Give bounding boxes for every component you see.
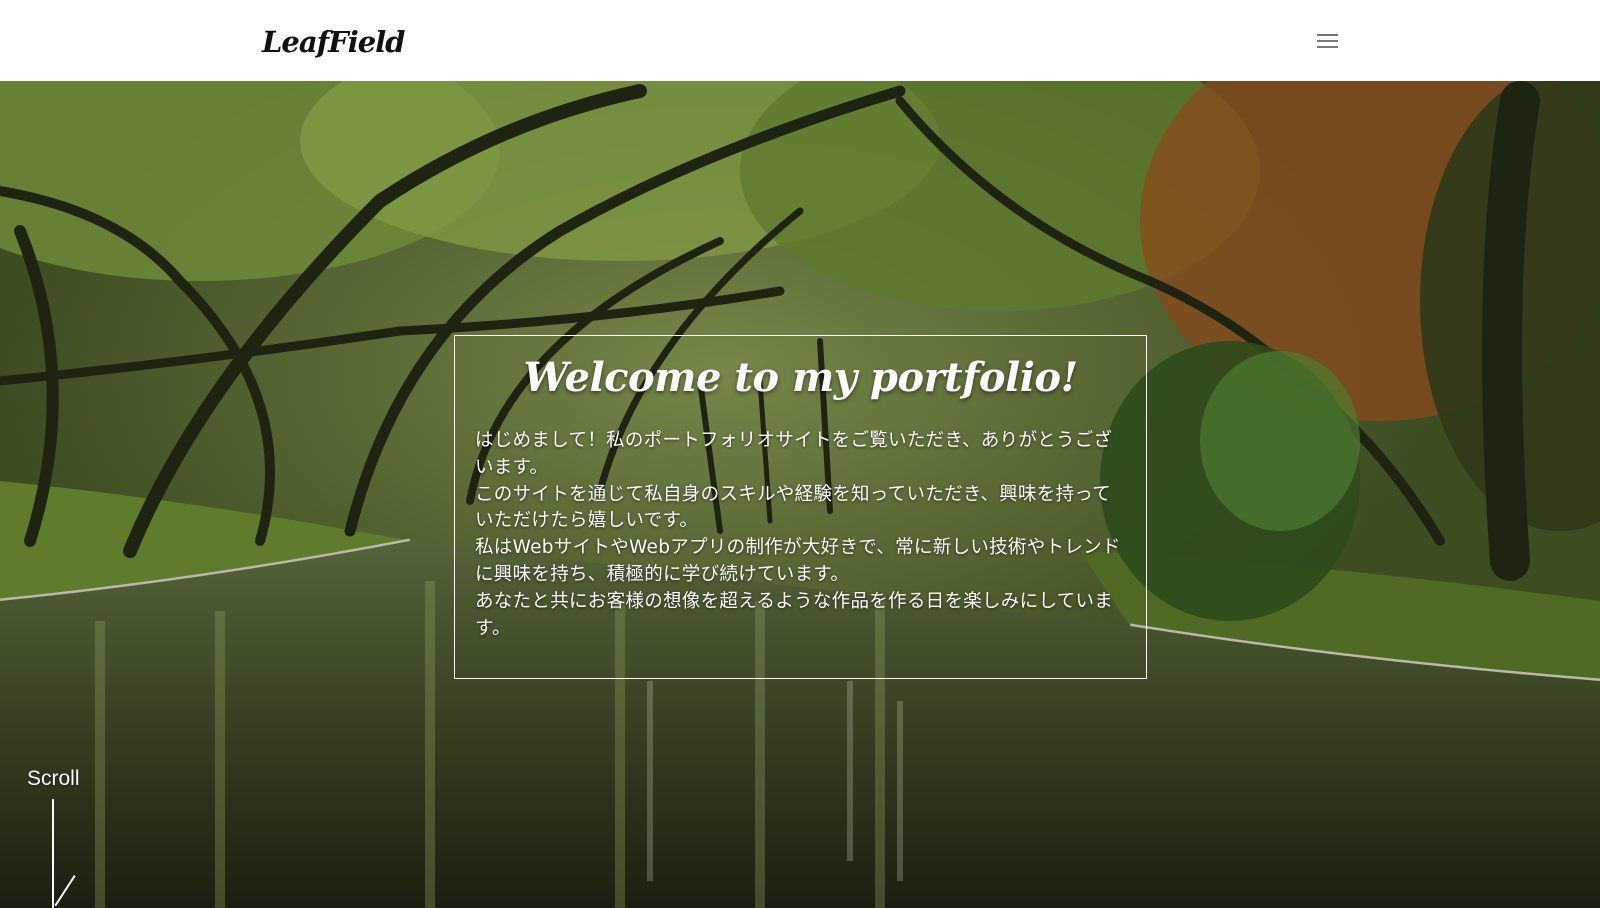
welcome-box: Welcome to my portfolio! はじめまして！私のポートフォリ…	[454, 335, 1147, 679]
site-header: LeafField	[0, 0, 1600, 81]
intro-paragraph: 私はWebサイトやWebアプリの制作が大好きで、常に新しい技術やトレンドに興味を…	[475, 537, 1121, 585]
intro-paragraph: はじめまして！私のポートフォリオサイトをご覧いただき、ありがとうございます。	[475, 430, 1113, 478]
menu-bar	[1317, 46, 1338, 48]
intro-paragraph: あなたと共にお客様の想像を超えるような作品を作る日を楽しみにしています。	[475, 590, 1114, 639]
welcome-title: Welcome to my portfolio!	[523, 354, 1078, 401]
welcome-text: はじめまして！私のポートフォリオサイトをご覧いただき、ありがとうございます。 こ…	[475, 428, 1126, 642]
scroll-label[interactable]: Scroll	[27, 767, 80, 791]
hamburger-menu-icon[interactable]	[1314, 28, 1342, 54]
intro-paragraph: このサイトを通じて私自身のスキルや経験を知っていただき、興味を持っていただけたら…	[475, 483, 1112, 532]
scroll-indicator-line	[52, 799, 54, 908]
menu-bar	[1317, 34, 1338, 36]
menu-bar	[1317, 40, 1338, 42]
site-logo[interactable]: LeafField	[262, 18, 405, 66]
hero-section: Welcome to my portfolio! はじめまして！私のポートフォリ…	[0, 81, 1600, 908]
